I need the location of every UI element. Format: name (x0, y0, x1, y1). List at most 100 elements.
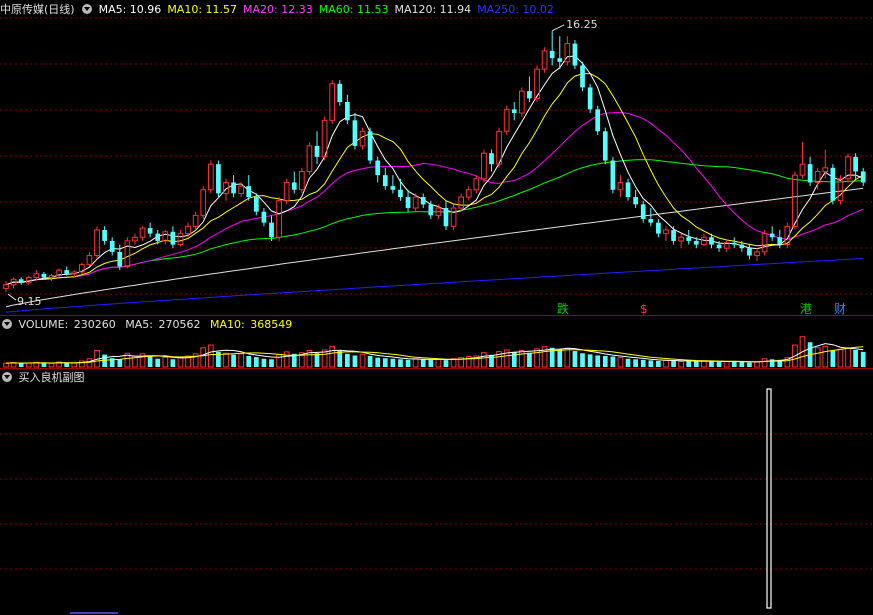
candle-body-108 (822, 167, 829, 172)
candle-body-11 (86, 255, 93, 266)
candle-body-96 (731, 242, 737, 245)
volume-bar-111 (845, 347, 851, 368)
stock-chart[interactable]: 16.25 9.15 跌 $ 港 财 (0, 0, 873, 615)
volume-bar-93 (709, 361, 714, 367)
candle-body-101 (769, 233, 775, 238)
candle-body-80 (610, 160, 616, 190)
candle-body-37 (283, 181, 290, 202)
candle-body-91 (693, 240, 699, 245)
volume-bar-5 (41, 363, 47, 367)
volume-bar-47 (359, 353, 366, 368)
candle-body-4 (33, 273, 40, 278)
volume-bar-56 (428, 359, 434, 367)
candle-body-49 (375, 160, 381, 176)
candle-body-54 (412, 196, 419, 209)
candle-body-81 (617, 181, 624, 191)
candle-body-43 (329, 83, 336, 121)
candle-body-48 (367, 131, 373, 161)
volume-bar-96 (731, 361, 737, 367)
candle-body-34 (261, 211, 267, 223)
candle-body-104 (792, 174, 798, 227)
candle-body-79 (602, 131, 608, 161)
volume-bar-85 (648, 360, 654, 367)
candle-body-50 (382, 175, 388, 187)
volume-bar-108 (822, 345, 829, 368)
volume-bar-54 (412, 358, 419, 368)
volume-bar-80 (610, 356, 616, 367)
candle-body-47 (359, 130, 366, 147)
volume-bar-43 (329, 345, 336, 368)
low-marker-arrow (7, 293, 17, 301)
candle-body-18 (139, 227, 146, 238)
volume-bar-97 (739, 362, 745, 367)
candle-body-2 (18, 279, 24, 283)
volume-bar-95 (723, 361, 730, 368)
volume-bar-37 (283, 351, 290, 368)
volume-bar-90 (686, 360, 692, 367)
candle-body-106 (807, 164, 813, 183)
candle-body-60 (458, 196, 465, 209)
volume-bar-89 (678, 361, 684, 368)
high-marker-arrow (551, 24, 565, 32)
volume-bar-46 (352, 355, 358, 367)
ma10-line (5, 72, 864, 286)
candle-body-76 (580, 65, 585, 88)
volume-bar-78 (595, 355, 601, 367)
volume-bar-112 (853, 349, 858, 367)
candle-body-31 (238, 185, 245, 194)
volume-bar-113 (860, 351, 866, 367)
volume-bar-22 (170, 359, 176, 367)
candle-body-112 (853, 156, 858, 172)
candle-body-99 (754, 251, 760, 257)
candle-body-62 (473, 178, 480, 191)
volume-bar-86 (656, 360, 661, 367)
candle-body-5 (41, 273, 47, 278)
candle-body-64 (489, 153, 494, 165)
candle-body-13 (102, 229, 107, 241)
candle-body-33 (253, 197, 259, 212)
volume-bar-79 (602, 356, 608, 367)
candle-body-84 (640, 204, 646, 219)
volume-bar-99 (754, 361, 760, 368)
candle-body-100 (761, 233, 768, 253)
candle-body-88 (671, 229, 676, 241)
candle-body-69 (527, 91, 532, 99)
volume-bar-100 (761, 358, 768, 368)
candle-body-93 (709, 237, 714, 245)
volume-bar-55 (420, 359, 426, 367)
volume-bar-21 (162, 356, 169, 368)
volume-bar-36 (276, 354, 282, 368)
volume-bar-2 (18, 363, 24, 367)
volume-bar-58 (443, 360, 449, 367)
volume-bar-73 (557, 349, 563, 367)
candle-body-15 (117, 251, 123, 267)
candle-body-19 (147, 228, 153, 234)
ma5-line (5, 55, 864, 286)
candle-body-75 (572, 43, 578, 66)
candle-body-73 (557, 58, 563, 62)
volume-bar-67 (511, 351, 517, 367)
volume-bar-34 (261, 358, 267, 367)
ma20-line (5, 111, 864, 286)
low-price-label: 9.15 (17, 295, 42, 308)
candle-body-24 (185, 225, 191, 235)
candle-body-98 (747, 248, 752, 256)
candle-body-44 (337, 83, 343, 103)
candle-body-86 (656, 222, 661, 234)
volume-bar-76 (580, 353, 585, 367)
candle-body-90 (686, 237, 692, 241)
volume-bar-82 (625, 358, 631, 367)
candle-body-27 (207, 163, 214, 191)
volume-bar-63 (481, 352, 487, 368)
volume-bar-15 (117, 359, 123, 367)
volume-bar-23 (177, 357, 184, 368)
candle-body-20 (155, 233, 161, 241)
volume-bar-9 (71, 362, 78, 368)
candle-body-105 (799, 163, 806, 176)
candle-body-63 (481, 152, 487, 180)
event-tag-1: $ (640, 302, 648, 316)
candle-body-8 (64, 270, 70, 274)
volume-bar-19 (147, 356, 153, 367)
volume-bar-92 (701, 360, 707, 368)
candle-body-78 (595, 109, 601, 132)
